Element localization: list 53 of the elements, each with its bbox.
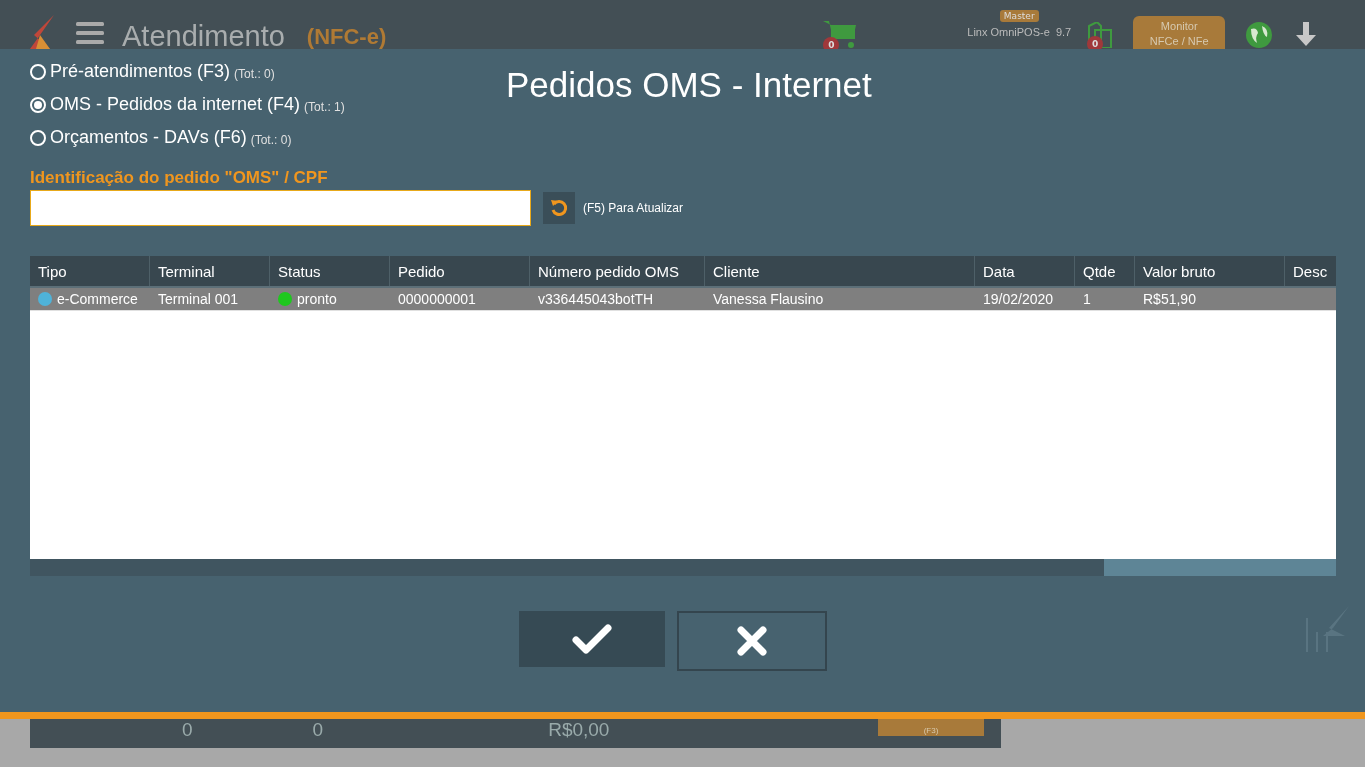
table-cell: R$51,90 [1143, 291, 1196, 307]
table-cell: pronto [297, 291, 337, 307]
radio-label[interactable]: OMS - Pedidos da internet (F4) [50, 94, 301, 115]
radio-label[interactable]: Orçamentos - DAVs (F6) [50, 127, 247, 148]
table-row[interactable]: e-Commerce Terminal 001 pronto 0000000001 v336445043botTH Vanessa Flausino 19/02/2020 1 R$51,90 [30, 288, 1336, 311]
check-icon [571, 624, 612, 654]
table-cell: 1 [1083, 291, 1091, 307]
column-header[interactable]: Cliente [705, 256, 975, 286]
menu-icon[interactable] [76, 22, 104, 44]
column-header[interactable]: Qtde [1075, 256, 1135, 286]
cart-count: 0 [823, 37, 840, 49]
scroll-thumb[interactable] [1104, 559, 1336, 576]
horizontal-scrollbar[interactable] [30, 559, 1336, 576]
version-label: Linx OmniPOS-e 9.7 [967, 26, 1072, 38]
app-title: Atendimento [122, 20, 285, 49]
table-cell: 19/02/2020 [983, 291, 1054, 307]
dialog-title: Pedidos OMS - Internet [506, 65, 872, 106]
table-cell: Vanessa Flausino [713, 291, 824, 307]
column-header[interactable]: Desc [1285, 256, 1336, 286]
profile-badge: Master [999, 10, 1039, 22]
total-value: 0 [182, 719, 193, 741]
refresh-hint: (F5) Para Atualizar [583, 201, 684, 215]
column-header[interactable]: Número pedido OMS [530, 256, 705, 286]
confirm-button[interactable] [518, 611, 665, 667]
column-header[interactable]: Tipo [30, 256, 150, 286]
radio-button[interactable] [30, 63, 46, 80]
refresh-icon [550, 199, 568, 217]
table-cell: 0000000001 [398, 291, 476, 307]
document-count: 0 [1087, 36, 1104, 49]
cancel-button[interactable] [676, 611, 827, 671]
total-count: (Tot.: 0) [234, 66, 275, 81]
column-header[interactable]: Valor bruto [1135, 256, 1285, 286]
close-icon [735, 625, 768, 657]
field-label: Identificação do pedido "OMS" / CPF [30, 168, 329, 188]
total-count: (Tot.: 0) [250, 132, 292, 147]
column-header[interactable]: Pedido [390, 256, 530, 286]
radio-button[interactable] [30, 129, 46, 146]
radio-label[interactable]: Pré-atendimentos (F3) [50, 61, 231, 82]
total-value: R$0,00 [548, 719, 610, 741]
column-header[interactable]: Data [975, 256, 1075, 286]
order-search-field[interactable] [30, 190, 531, 226]
mode-label: (NFC-e) [306, 24, 387, 49]
refresh-button[interactable] [543, 192, 575, 224]
column-header[interactable]: Terminal [150, 256, 270, 286]
radio-button[interactable] [30, 96, 46, 113]
total-count: (Tot.: 1) [304, 99, 345, 114]
globe-icon[interactable] [1245, 21, 1274, 49]
table-cell: Terminal 001 [158, 291, 239, 307]
column-header[interactable]: Status [270, 256, 390, 286]
table-cell: e-Commerce [57, 291, 138, 307]
table-cell: v336445043botTH [538, 291, 654, 307]
document-icon[interactable] [1087, 22, 1114, 48]
total-value: 0 [312, 719, 324, 741]
